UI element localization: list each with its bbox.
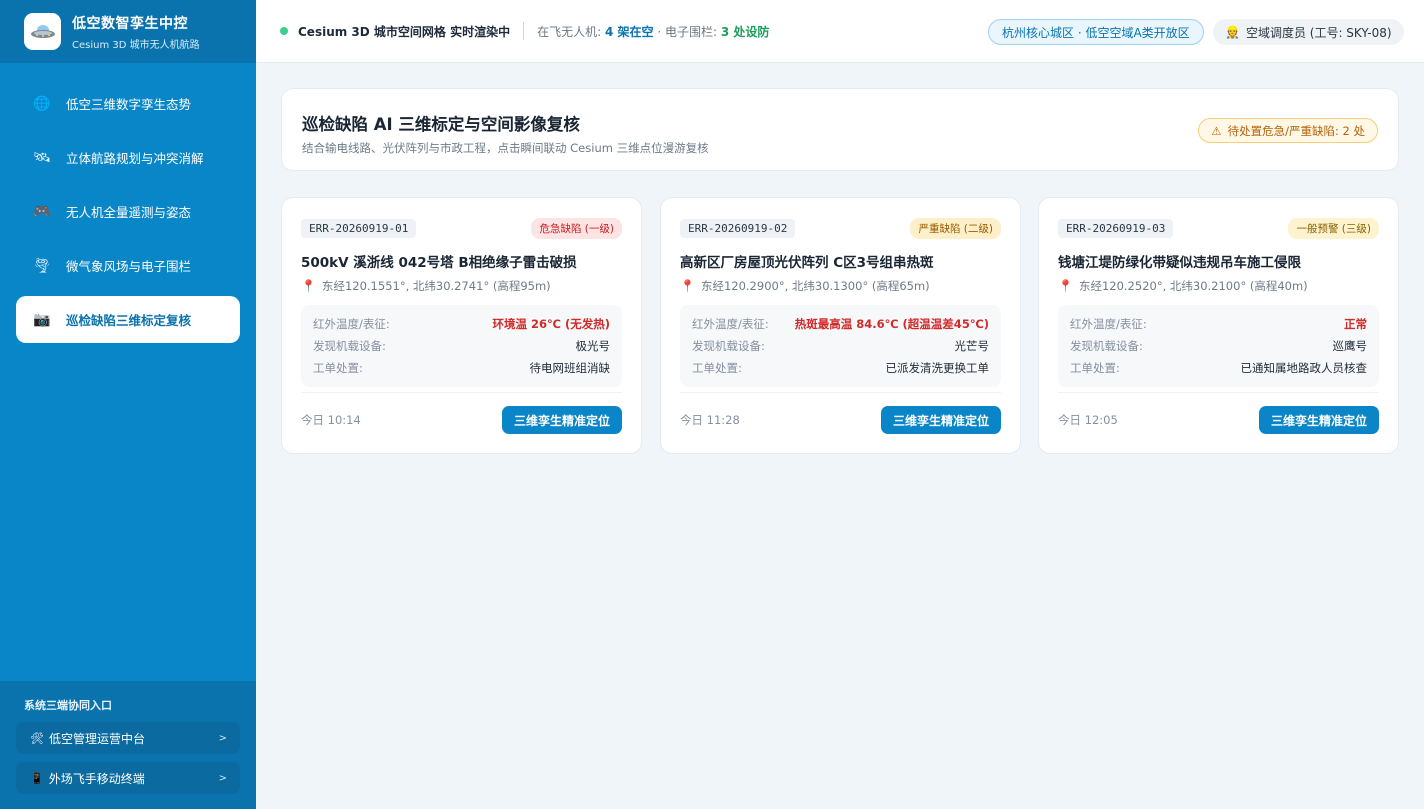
defect-time: 今日 10:14 <box>301 413 361 427</box>
fence-prefix: · 电子围栏: <box>657 24 718 39</box>
gamepad-icon: 🎮 <box>33 203 51 220</box>
defect-location: 📍 东经120.1551°, 北纬30.2741° (高程95m) <box>301 278 622 294</box>
ticket-value: 待电网班组消缺 <box>529 361 611 375</box>
chevron-right-icon: > <box>218 732 227 744</box>
sidebar-item-twin-overview[interactable]: 🌐 低空三维数字孪生态势 <box>16 80 240 127</box>
drones-in-air: 4 架在空 <box>604 24 654 39</box>
fence-count: 3 处设防 <box>720 24 770 39</box>
topbar-divider <box>523 22 525 40</box>
zone-badge[interactable]: 杭州核心城区 · 低空空域A类开放区 <box>988 19 1204 45</box>
defect-level-badge: 严重缺陷 (二级) <box>910 218 1001 239</box>
defect-coordinates: 东经120.2520°, 北纬30.2100° (高程40m) <box>1078 279 1308 293</box>
temp-key: 红外温度/表征: <box>313 317 390 331</box>
defect-info: 红外温度/表征: 环境温 26℃ (无发热) 发现机载设备: 极光号 工单处置: 待电… <box>301 305 622 387</box>
defect-card: ERR-20260919-02 严重缺陷 (二级) 高新区厂房屋顶光伏阵列 C区… <box>660 197 1021 454</box>
sidebar-item-weather-fence[interactable]: 🌪 微气象风场与电子围栏 <box>16 242 240 289</box>
sidebar-item-label: 微气象风场与电子围栏 <box>66 259 192 274</box>
page-header: 巡检缺陷 AI 三维标定与空间影像复核 结合输电线路、光伏阵列与市政工程，点击瞬… <box>281 88 1399 171</box>
ufo-logo-icon <box>24 13 61 50</box>
mobile-terminal-label: 外场飞手移动终端 <box>48 771 145 786</box>
defect-level-badge: 危急缺陷 (一级) <box>531 218 622 239</box>
live-status-dot <box>280 27 288 35</box>
sidebar-item-label: 巡检缺陷三维标定复核 <box>66 313 192 328</box>
defect-title: 钱塘江堤防绿化带疑似违规吊车施工侵限 <box>1058 255 1301 271</box>
defect-id: ERR-20260919-01 <box>301 219 417 238</box>
drones-prefix: 在飞无人机: <box>537 24 602 39</box>
temp-value: 正常 <box>1344 317 1367 331</box>
mobile-icon: 📱 <box>30 771 44 785</box>
globe-icon: 🌐 <box>33 95 51 112</box>
defect-time: 今日 11:28 <box>680 413 740 427</box>
pending-defects-badge: ⚠ 待处置危急/严重缺陷: 2 处 <box>1198 118 1378 143</box>
user-label: 空域调度员 (工号: SKY-08) <box>1245 25 1392 40</box>
ticket-value: 已派发清洗更换工单 <box>885 361 990 375</box>
warning-icon: ⚠ <box>1211 123 1222 138</box>
sidebar-item-telemetry[interactable]: 🎮 无人机全量遥测与姿态 <box>16 188 240 235</box>
ops-platform-label: 低空管理运营中台 <box>48 731 145 746</box>
ticket-key: 工单处置: <box>313 361 363 375</box>
device-key: 发现机载设备: <box>1070 339 1143 353</box>
device-key: 发现机载设备: <box>313 339 386 353</box>
locate-3d-button[interactable]: 三维孪生精准定位 <box>501 406 622 434</box>
tornado-icon: 🌪 <box>33 257 51 274</box>
locate-3d-button[interactable]: 三维孪生精准定位 <box>880 406 1001 434</box>
brand: 低空数智孪生中控 Cesium 3D 城市无人机航路 <box>0 0 256 63</box>
temp-value: 环境温 26℃ (无发热) <box>492 317 610 331</box>
ticket-key: 工单处置: <box>1070 361 1120 375</box>
worker-icon: 👷 <box>1225 25 1240 39</box>
mobile-terminal-link[interactable]: 📱 外场飞手移动终端 > <box>16 762 240 794</box>
sidebar: 低空数智孪生中控 Cesium 3D 城市无人机航路 🌐 低空三维数字孪生态势 … <box>0 0 256 809</box>
sidebar-item-label: 无人机全量遥测与姿态 <box>66 205 192 220</box>
sidebar-bottom: 系统三端协同入口 🛠 低空管理运营中台 > 📱 外场飞手移动终端 > <box>0 681 256 809</box>
topbar: Cesium 3D 城市空间网格 实时渲染中 在飞无人机: 4 架在空 · 电子… <box>256 0 1424 63</box>
pending-defects-label: 待处置危急/严重缺陷: 2 处 <box>1227 123 1365 138</box>
sidebar-item-label: 立体航路规划与冲突消解 <box>66 151 204 166</box>
ticket-key: 工单处置: <box>692 361 742 375</box>
ops-platform-link[interactable]: 🛠 低空管理运营中台 > <box>16 722 240 754</box>
defect-coordinates: 东经120.2900°, 北纬30.1300° (高程65m) <box>700 279 930 293</box>
flight-status: 在飞无人机: 4 架在空 · 电子围栏: 3 处设防 <box>537 23 769 40</box>
sidebar-nav: 🌐 低空三维数字孪生态势 🛰 立体航路规划与冲突消解 🎮 无人机全量遥测与姿态 … <box>0 63 256 343</box>
device-key: 发现机载设备: <box>692 339 765 353</box>
brand-subtitle: Cesium 3D 城市无人机航路 <box>72 39 200 51</box>
user-badge[interactable]: 👷 空域调度员 (工号: SKY-08) <box>1213 19 1404 45</box>
ticket-value: 已通知属地路政人员核查 <box>1240 361 1368 375</box>
temp-key: 红外温度/表征: <box>692 317 769 331</box>
sidebar-bottom-title: 系统三端协同入口 <box>24 699 112 712</box>
map-pin-icon: 📍 <box>301 279 316 293</box>
device-value: 巡鹰号 <box>1332 339 1368 353</box>
brand-title: 低空数智孪生中控 <box>72 15 188 32</box>
defect-time: 今日 12:05 <box>1058 413 1118 427</box>
map-pin-icon: 📍 <box>680 279 695 293</box>
defect-level-badge: 一般预警 (三级) <box>1288 218 1379 239</box>
defect-info: 红外温度/表征: 正常 发现机载设备: 巡鹰号 工单处置: 已通知属地路政人员核查 <box>1058 305 1379 387</box>
defect-id: ERR-20260919-02 <box>680 219 796 238</box>
camera-icon: 📷 <box>33 311 51 328</box>
defect-location: 📍 东经120.2900°, 北纬30.1300° (高程65m) <box>680 278 1001 294</box>
defect-location: 📍 东经120.2520°, 北纬30.2100° (高程40m) <box>1058 278 1379 294</box>
locate-3d-button[interactable]: 三维孪生精准定位 <box>1258 406 1379 434</box>
defect-title: 500kV 溪浙线 042号塔 B相绝缘子雷击破损 <box>301 255 577 271</box>
satellite-icon: 🛰 <box>33 149 51 166</box>
device-value: 光芒号 <box>954 339 990 353</box>
temp-key: 红外温度/表征: <box>1070 317 1147 331</box>
defect-card: ERR-20260919-03 一般预警 (三级) 钱塘江堤防绿化带疑似违规吊车… <box>1038 197 1399 454</box>
defect-id: ERR-20260919-03 <box>1058 219 1174 238</box>
defect-info: 红外温度/表征: 热斑最高温 84.6℃ (超温温差45℃) 发现机载设备: 光芒号… <box>680 305 1001 387</box>
tools-icon: 🛠 <box>30 731 44 745</box>
sidebar-item-label: 低空三维数字孪生态势 <box>66 97 192 112</box>
device-value: 极光号 <box>575 339 611 353</box>
defect-coordinates: 东经120.1551°, 北纬30.2741° (高程95m) <box>321 279 551 293</box>
render-status: Cesium 3D 城市空间网格 实时渲染中 <box>298 24 511 39</box>
sidebar-item-defect-review[interactable]: 📷 巡检缺陷三维标定复核 <box>16 296 240 343</box>
chevron-right-icon: > <box>218 772 227 784</box>
defect-card: ERR-20260919-01 危急缺陷 (一级) 500kV 溪浙线 042号… <box>281 197 642 454</box>
defect-title: 高新区厂房屋顶光伏阵列 C区3号组串热斑 <box>680 255 934 271</box>
sidebar-item-route-planning[interactable]: 🛰 立体航路规划与冲突消解 <box>16 134 240 181</box>
map-pin-icon: 📍 <box>1058 279 1073 293</box>
temp-value: 热斑最高温 84.6℃ (超温温差45℃) <box>794 317 989 331</box>
